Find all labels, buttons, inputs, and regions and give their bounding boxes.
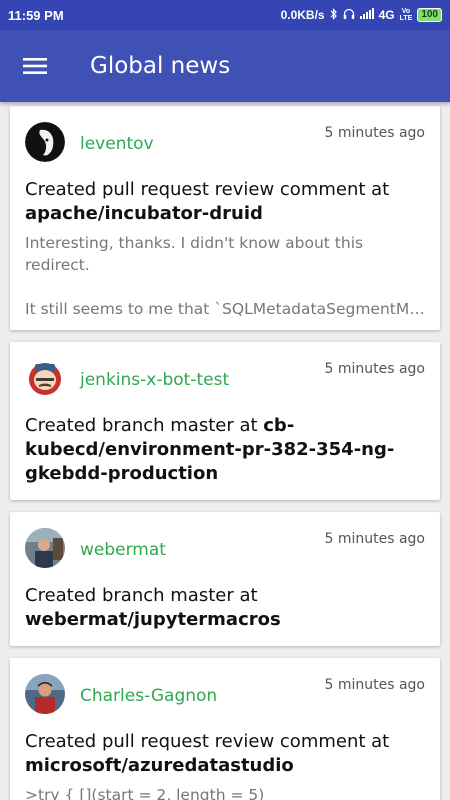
event-action: Created pull request review comment at — [25, 731, 390, 752]
battery-icon: 100 — [417, 8, 442, 22]
repo-link[interactable]: webermat/jupytermacros — [25, 609, 281, 630]
feed-card[interactable]: leventov 5 minutes ago Created pull requ… — [10, 106, 440, 330]
event-action: Created branch master at — [25, 415, 264, 436]
status-bar: 11:59 PM 0.0KB/s 4G Vo LTE 100 — [0, 0, 450, 30]
comment-line: It still seems to me that `SQLMetadataSe… — [25, 300, 425, 318]
event-description: Created branch master at cb-kubecd/envir… — [25, 414, 425, 486]
repo-link[interactable]: apache/incubator-druid — [25, 203, 263, 224]
card-header: leventov 5 minutes ago — [25, 122, 425, 168]
timestamp: 5 minutes ago — [324, 125, 425, 141]
avatar[interactable] — [25, 674, 65, 714]
comment-line: >try { [](start = 2, length = 5) — [25, 786, 265, 800]
feed-card[interactable]: jenkins-x-bot-test 5 minutes ago Created… — [10, 342, 440, 500]
timestamp: 5 minutes ago — [324, 361, 425, 377]
event-action: Created pull request review comment at — [25, 179, 390, 200]
news-feed[interactable]: leventov 5 minutes ago Created pull requ… — [0, 102, 450, 800]
card-header: webermat 5 minutes ago — [25, 528, 425, 574]
timestamp: 5 minutes ago — [324, 677, 425, 693]
username-link[interactable]: webermat — [80, 540, 324, 560]
volte-icon: Vo LTE — [400, 8, 413, 22]
event-description: Created branch master at webermat/jupyte… — [25, 584, 425, 632]
comment-body: >try { [](start = 2, length = 5) — [25, 784, 425, 800]
timestamp: 5 minutes ago — [324, 531, 425, 547]
volte-top: Vo — [401, 8, 411, 15]
repo-link[interactable]: microsoft/azuredatastudio — [25, 755, 294, 776]
card-header: Charles-Gagnon 5 minutes ago — [25, 674, 425, 720]
avatar[interactable] — [25, 528, 65, 568]
app-bar: Global news — [0, 30, 450, 102]
username-link[interactable]: Charles-Gagnon — [80, 686, 324, 706]
avatar[interactable] — [25, 358, 65, 398]
feed-card[interactable]: Charles-Gagnon 5 minutes ago Created pul… — [10, 658, 440, 800]
bluetooth-icon — [330, 7, 338, 23]
event-description: Created pull request review comment at a… — [25, 178, 425, 226]
comment-line: Interesting, thanks. I didn't know about… — [25, 234, 364, 274]
username-link[interactable]: jenkins-x-bot-test — [80, 370, 324, 390]
status-icons: 0.0KB/s 4G Vo LTE 100 — [280, 7, 442, 23]
signal-icon — [359, 8, 374, 22]
volte-bottom: LTE — [399, 15, 413, 22]
feed-card[interactable]: webermat 5 minutes ago Created branch ma… — [10, 512, 440, 646]
hamburger-menu-icon — [23, 58, 47, 74]
status-time: 11:59 PM — [8, 7, 64, 23]
username-link[interactable]: leventov — [80, 134, 324, 154]
page-title: Global news — [90, 53, 231, 79]
card-header: jenkins-x-bot-test 5 minutes ago — [25, 358, 425, 404]
headphones-icon — [343, 8, 355, 23]
network-type: 4G — [378, 8, 395, 22]
hamburger-menu-button[interactable] — [0, 30, 70, 102]
network-speed: 0.0KB/s — [280, 8, 325, 22]
event-action: Created branch master at — [25, 585, 258, 606]
event-description: Created pull request review comment at m… — [25, 730, 425, 778]
avatar[interactable] — [25, 122, 65, 162]
comment-body: Interesting, thanks. I didn't know about… — [25, 232, 425, 320]
